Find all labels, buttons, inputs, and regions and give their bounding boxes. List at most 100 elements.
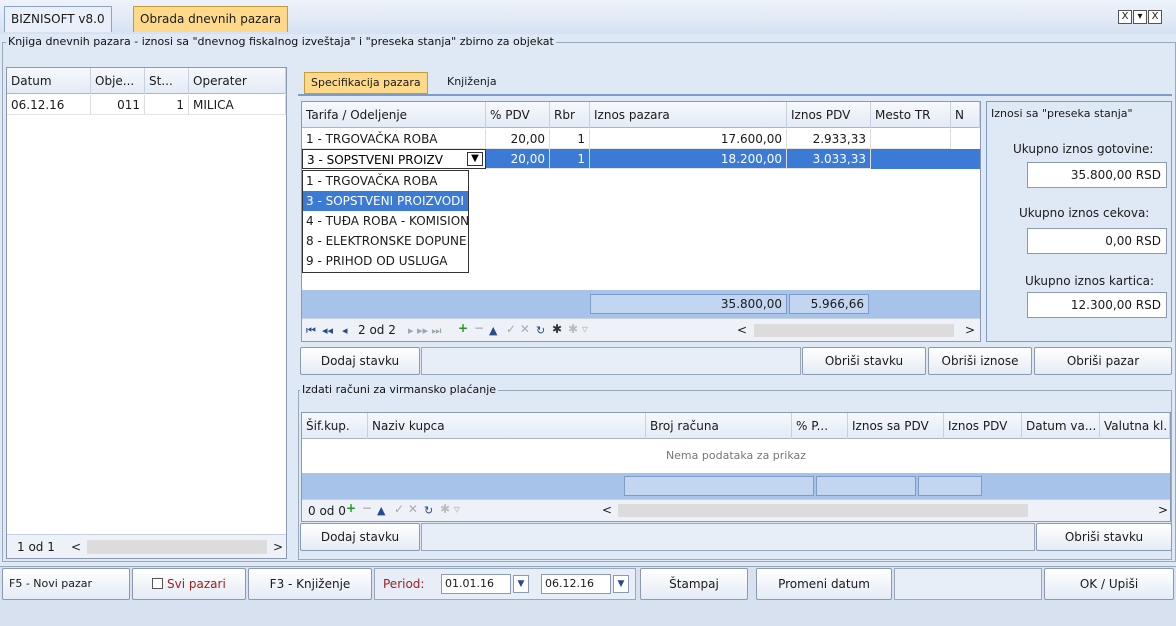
checkbox-icon[interactable] bbox=[152, 578, 164, 589]
kartice-field[interactable]: 12.300,00 RSD bbox=[1027, 292, 1167, 318]
period-from-field[interactable]: 01.01.16 bbox=[441, 574, 511, 594]
promeni-datum-button[interactable]: Promeni datum bbox=[756, 568, 892, 600]
dodaj-stavku-button[interactable]: Dodaj stavku bbox=[300, 347, 420, 375]
col-valutna-klauzula[interactable]: Valutna kl. bbox=[1100, 413, 1170, 439]
novi-pazar-button[interactable]: F5 - Novi pazar bbox=[2, 568, 130, 600]
edit-record-icon[interactable]: ▲ bbox=[489, 324, 497, 337]
col-objekat[interactable]: Obje... bbox=[91, 68, 145, 94]
dropdown-option[interactable]: 4 - TUĐA ROBA - KOMISION bbox=[303, 211, 469, 231]
obrisi-iznose-button[interactable]: Obriši iznose bbox=[928, 347, 1032, 375]
add-record-icon[interactable]: + bbox=[346, 501, 356, 515]
scroll-right-arrow[interactable]: > bbox=[965, 323, 975, 337]
remove-record-icon[interactable]: − bbox=[362, 501, 372, 515]
gotovina-field[interactable]: 35.800,00 RSD bbox=[1027, 162, 1167, 188]
filter-icon[interactable]: ✱ ▿ bbox=[440, 502, 460, 516]
main-group-title: Knjiga dnevnih pazara - iznosi sa "dnevn… bbox=[6, 35, 556, 48]
tab-specifikacija-pazara[interactable]: Specifikacija pazara bbox=[304, 72, 428, 94]
refresh-icon[interactable]: ↻ bbox=[536, 324, 545, 337]
knjizenje-button[interactable]: F3 - Knjiženje bbox=[248, 568, 372, 600]
virman-total-cell bbox=[816, 476, 916, 496]
edit-record-icon[interactable]: ▲ bbox=[377, 504, 385, 517]
col-pdv[interactable]: % PDV bbox=[486, 102, 550, 128]
col-rbr[interactable]: Rbr bbox=[550, 102, 590, 128]
close-window-icon[interactable]: X bbox=[1148, 10, 1162, 24]
tarifa-dropdown-list[interactable]: 1 - TRGOVAČKA ROBA 3 - SOPSTVENI PROIZVO… bbox=[302, 170, 469, 273]
col-st[interactable]: St... bbox=[145, 68, 189, 94]
col-tarifa[interactable]: Tarifa / Odeljenje bbox=[302, 102, 486, 128]
add-record-icon[interactable]: + bbox=[458, 321, 468, 335]
close-icon[interactable]: X bbox=[1118, 10, 1132, 24]
col-datum[interactable]: Datum bbox=[7, 68, 91, 94]
gotovina-label: Ukupno iznos gotovine: bbox=[1013, 142, 1154, 156]
virman-total-cell bbox=[918, 476, 982, 496]
nav-prev-page-icon[interactable]: ◂◂ bbox=[322, 324, 333, 337]
svi-pazari-checkbox[interactable]: Svi pazari bbox=[132, 568, 246, 600]
totals-band: 35.800,00 5.966,66 bbox=[302, 290, 980, 318]
dropdown-option[interactable]: 9 - PRIHOD OD USLUGA bbox=[303, 251, 468, 271]
tab-obrada-dnevnih-pazara[interactable]: Obrada dnevnih pazara bbox=[133, 6, 289, 32]
specifikacija-grid[interactable]: Tarifa / Odeljenje % PDV Rbr Iznos pazar… bbox=[301, 101, 981, 342]
table-row[interactable]: 1 - TRGOVAČKA ROBA 20,00 1 17.600,00 2.9… bbox=[302, 129, 980, 149]
virman-obrisi-stavku-button[interactable]: Obriši stavku bbox=[1036, 523, 1172, 551]
col-operater[interactable]: Operater bbox=[189, 68, 286, 94]
nav-prev-icon[interactable]: ◂ bbox=[342, 324, 348, 337]
scroll-left-arrow[interactable]: < bbox=[71, 540, 81, 554]
minimize-icon[interactable]: ▾ bbox=[1133, 10, 1147, 24]
col-sif-kup[interactable]: Šif.kup. bbox=[302, 413, 368, 439]
scroll-right-arrow[interactable]: > bbox=[1158, 503, 1168, 517]
col-iznos-pdv[interactable]: Iznos PDV bbox=[787, 102, 871, 128]
col-datum-valute[interactable]: Datum va... bbox=[1022, 413, 1100, 439]
tarifa-combo[interactable]: 3 - SOPSTVENI PROIZV ▼ bbox=[302, 149, 486, 169]
remove-record-icon[interactable]: − bbox=[474, 321, 484, 335]
app-name-tab[interactable]: BIZNISOFT v8.0 bbox=[4, 6, 112, 32]
obrisi-pazar-button[interactable]: Obriši pazar bbox=[1034, 347, 1172, 375]
virman-dodaj-stavku-button[interactable]: Dodaj stavku bbox=[300, 523, 420, 551]
asterisk-icon[interactable]: ✱ bbox=[552, 322, 562, 336]
col-iznos-sa-pdv[interactable]: Iznos sa PDV bbox=[848, 413, 944, 439]
pazari-grid[interactable]: Datum Obje... St... Operater 06.12.16 01… bbox=[6, 67, 287, 559]
refresh-icon[interactable]: ↻ bbox=[424, 504, 433, 517]
post-record-icon[interactable]: ✓ ✕ bbox=[394, 502, 418, 516]
dropdown-option[interactable]: 1 - TRGOVAČKA ROBA bbox=[303, 171, 468, 191]
kartice-label: Ukupno iznos kartica: bbox=[1025, 274, 1155, 288]
obrisi-stavku-button[interactable]: Obriši stavku bbox=[802, 347, 926, 375]
tab-knjizenja[interactable]: Knjiženja bbox=[443, 72, 501, 94]
col-iznos-pdv[interactable]: Iznos PDV bbox=[944, 413, 1022, 439]
period-to-field[interactable]: 06.12.16 bbox=[541, 574, 611, 594]
col-iznos-pazara[interactable]: Iznos pazara bbox=[590, 102, 787, 128]
virman-total-cell bbox=[624, 476, 814, 496]
ok-upisi-button[interactable]: OK / Upiši bbox=[1044, 568, 1174, 600]
col-broj-racuna[interactable]: Broj računa bbox=[646, 413, 792, 439]
stampaj-button[interactable]: Štampaj bbox=[640, 568, 748, 600]
col-p[interactable]: % P... bbox=[792, 413, 848, 439]
table-row[interactable]: 06.12.16 011 1 MILICA bbox=[7, 95, 286, 115]
pager-text: 0 od 0 bbox=[308, 504, 346, 518]
dropdown-option-selected[interactable]: 3 - SOPSTVENI PROIZVODI bbox=[303, 191, 468, 211]
virman-grid[interactable]: Šif.kup. Naziv kupca Broj računa % P... … bbox=[301, 412, 1171, 522]
table-row-selected[interactable]: 3 - SOPSTVENI PROIZV ▼ 20,00 1 18.200,00… bbox=[302, 149, 980, 169]
period-label: Period: bbox=[383, 577, 425, 591]
col-naziv-kupca[interactable]: Naziv kupca bbox=[368, 413, 646, 439]
horizontal-scrollbar[interactable] bbox=[618, 504, 1028, 517]
col-mesto-tr[interactable]: Mesto TR bbox=[871, 102, 951, 128]
nav-first-icon[interactable]: ⏮ bbox=[306, 324, 316, 338]
preseka-title: Iznosi sa "preseka stanja" bbox=[991, 107, 1133, 120]
total-pdv: 5.966,66 bbox=[789, 294, 869, 314]
period-panel: Period: 01.01.16 ▼ 06.12.16 ▼ bbox=[374, 568, 636, 600]
horizontal-scrollbar[interactable] bbox=[754, 324, 954, 337]
cekovi-field[interactable]: 0,00 RSD bbox=[1027, 228, 1167, 254]
scroll-left-arrow[interactable]: < bbox=[737, 323, 747, 337]
tab-underline bbox=[298, 94, 1172, 96]
col-n[interactable]: N bbox=[951, 102, 980, 128]
scroll-left-arrow[interactable]: < bbox=[602, 503, 612, 517]
scroll-right-arrow[interactable]: > bbox=[273, 540, 283, 554]
post-record-icon[interactable]: ✓ ✕ bbox=[506, 322, 530, 336]
horizontal-scrollbar[interactable] bbox=[87, 540, 267, 554]
dropdown-option[interactable]: 8 - ELEKTRONSKE DOPUNE bbox=[303, 231, 468, 251]
calendar-dropdown-icon[interactable]: ▼ bbox=[513, 575, 529, 593]
nav-next-icon[interactable]: ▸ ▸▸ ⏭ bbox=[408, 324, 441, 338]
calendar-dropdown-icon[interactable]: ▼ bbox=[613, 575, 629, 593]
dropdown-arrow-icon[interactable]: ▼ bbox=[467, 152, 483, 166]
filter-icon[interactable]: ✱ ▿ bbox=[568, 322, 588, 336]
total-iznos: 35.800,00 bbox=[590, 294, 787, 314]
